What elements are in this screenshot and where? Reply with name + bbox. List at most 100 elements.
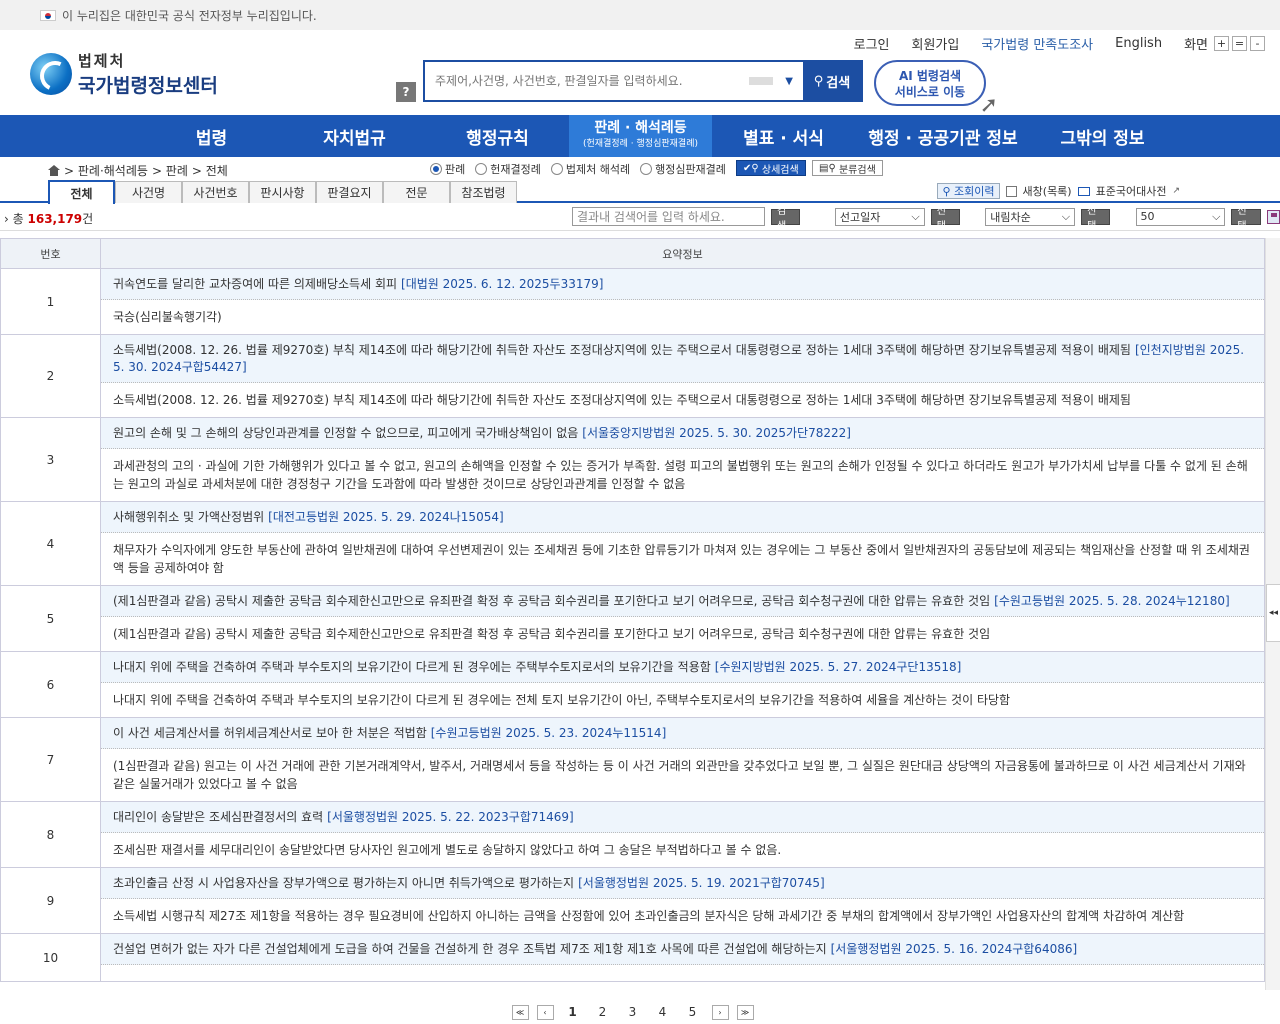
search-help-button[interactable]: ? [396,82,416,102]
detail-search-button[interactable]: ✔⚲ 상세검색 [736,160,806,176]
next-page-button[interactable]: › [711,1004,729,1020]
case-reference-link[interactable]: [서울행정법원 2025. 5. 22. 2023구합71469] [327,810,574,824]
nav-local-laws[interactable]: 자치법규 [283,115,426,157]
row-content: 대리인이 송달받은 조세심판결정서의 효력 [서울행정법원 2025. 5. 22… [100,801,1265,868]
zoom-in-button[interactable]: + [1214,36,1229,51]
nav-precedents[interactable]: 판례 · 해석례등 (헌재결정례 · 행정심판재결례) [569,115,712,157]
case-reference-link[interactable]: [서울행정법원 2025. 5. 19. 2021구합70745] [578,876,825,890]
tab-ref-laws[interactable]: 참조법령 [450,181,517,203]
case-reference-link[interactable]: [수원고등법원 2025. 5. 28. 2024누12180] [994,594,1230,608]
first-page-button[interactable]: ≪ [511,1004,529,1020]
case-title-text[interactable]: 건설업 면허가 없는 자가 다른 건설업체에게 도급을 하여 건물을 건설하게 … [113,942,827,956]
home-icon[interactable] [48,165,60,176]
table-row: 6 나대지 위에 주택을 건축하여 주택과 부수토지의 보유기간이 다르게 된 경… [0,651,1265,718]
logo[interactable]: 법제처 국가법령정보센터 [30,50,218,98]
history-button[interactable]: ⚲ 조회이력 [937,183,1000,199]
tabs-row: 전체 사건명 사건번호 판시사항 판결요지 전문 참조법령 ⚲ 조회이력 새창(… [0,180,1280,204]
tab-holdings[interactable]: 판시사항 [249,181,316,203]
case-title-text[interactable]: 귀속연도를 달리한 교차증여에 따른 의제배당소득세 회피 [113,277,397,291]
row-content: 초과인출금 산정 시 사업용자산을 장부가액으로 평가하는지 아니면 취득가액으… [100,867,1265,934]
nav-laws[interactable]: 법령 [140,115,283,157]
class-search-button[interactable]: ▤⚲ 분류검색 [812,160,883,176]
save-icon[interactable] [1266,209,1280,224]
results-table: 번호 요약정보 1 귀속연도를 달리한 교차증여에 따른 의제배당소득세 회피 [대… [0,238,1265,982]
table-row: 3 원고의 손해 및 그 손해의 상당인과관계를 인정할 수 없으므로, 피고에게… [0,417,1265,502]
ai-search-badge[interactable]: AI 법령검색 서비스로 이동 ➚ [874,60,998,117]
case-title-text[interactable]: 사해행위취소 및 가액산정범위 [113,510,264,524]
case-title-text[interactable]: 이 사건 세금계산서를 허위세금계산서로 보아 한 처분은 적법함 [113,726,427,740]
side-panel-toggle[interactable]: ◂◂ [1266,584,1280,642]
case-reference-link[interactable]: [서울행정법원 2025. 5. 16. 2024구합64086] [831,942,1078,956]
survey-link[interactable]: 국가법령 만족도조사 [981,34,1093,53]
tab-all[interactable]: 전체 [48,180,115,204]
english-link[interactable]: English [1115,36,1162,51]
breadcrumb-item[interactable]: > 판례 [152,162,188,179]
breadcrumb-item[interactable]: > 판례·해석례등 [64,162,148,179]
tab-case-number[interactable]: 사건번호 [182,181,249,203]
tabs-right: ⚲ 조회이력 새창(목록) 표준국어대사전 ↗ [937,183,1180,199]
radio-interpretation[interactable]: 법제처 해석례 [550,161,630,177]
search-field-tabs: 전체 사건명 사건번호 판시사항 판결요지 전문 참조법령 [48,180,517,204]
last-page-button[interactable]: ≫ [736,1004,754,1020]
case-title-text[interactable]: 원고의 손해 및 그 손해의 상당인과관계를 인정할 수 없으므로, 피고에게 … [113,426,578,440]
page-number-current[interactable]: 1 [562,1005,584,1019]
login-link[interactable]: 로그인 [854,34,890,53]
nav-admin-rules[interactable]: 행정규칙 [426,115,569,157]
logo-top-text: 법제처 [78,52,126,70]
main-search-button-label: 검색 [826,75,851,91]
page-number[interactable]: 3 [622,1005,644,1019]
case-title-text[interactable]: (제1심판결과 같음) 공탁시 제출한 공탁금 회수제한신고만으로 유죄판결 확… [113,594,990,608]
case-reference-link[interactable]: [대전고등법원 2025. 5. 29. 2024나15054] [268,510,504,524]
nav-forms[interactable]: 별표 · 서식 [712,115,855,157]
signup-link[interactable]: 회원가입 [912,34,960,53]
nav-other-info[interactable]: 그밖의 정보 [1031,115,1174,157]
logo-icon [30,53,72,95]
page-number[interactable]: 2 [592,1005,614,1019]
radio-precedent[interactable]: 판례 [430,161,465,177]
sort-field-apply-button[interactable]: 선택 [930,206,961,232]
case-title-text[interactable]: 초과인출금 산정 시 사업용자산을 장부가액으로 평가하는지 아니면 취득가액으… [113,876,574,890]
external-link-icon: ↗ [1172,186,1180,196]
sort-field-select[interactable]: 선고일자 ⌵ [834,207,925,226]
page-size-apply-button[interactable]: 선택 [1231,206,1261,232]
prev-page-button[interactable]: ‹ [536,1004,554,1020]
case-summary: 소득세법(2008. 12. 26. 법률 제9270호) 부칙 제14조에 따… [113,393,1131,407]
gov-banner: 이 누리집은 대한민국 공식 전자정부 누리집입니다. [0,0,1280,30]
case-title: 귀속연도를 달리한 교차증여에 따른 의제배당소득세 회피 [대법원 2025. … [101,269,1264,300]
tab-case-name[interactable]: 사건명 [115,181,182,203]
zoom-reset-button[interactable]: = [1232,36,1247,51]
nav-public-agency[interactable]: 행정 · 공공기관 정보 [855,115,1031,157]
page-size-select[interactable]: 50 ⌵ [1135,207,1226,226]
case-reference-link[interactable]: [수원지방법원 2025. 5. 27. 2024구단13518] [715,660,962,674]
main-nav: 법령 자치법규 행정규칙 판례 · 해석례등 (헌재결정례 · 행정심판재결례)… [0,115,1280,157]
case-reference-link[interactable]: [수원고등법원 2025. 5. 23. 2024누11514] [431,726,667,740]
row-content: 원고의 손해 및 그 손해의 상당인과관계를 인정할 수 없으므로, 피고에게 … [100,417,1265,502]
sort-order-select[interactable]: 내림차순 ⌵ [985,207,1076,226]
new-window-checkbox[interactable] [1005,185,1017,197]
radio-admin-appeal[interactable]: 행정심판재결례 [640,161,726,177]
case-reference-link[interactable]: [대법원 2025. 6. 12. 2025두33179] [401,277,603,291]
case-summary [101,965,1264,981]
tab-summary[interactable]: 판결요지 [316,181,383,203]
case-reference-link[interactable]: [서울중앙지방법원 2025. 5. 30. 2025가단78222] [582,426,851,440]
refine-search-input[interactable]: 결과내 검색어를 입력 하세요. [572,207,766,226]
main-search-input[interactable] [425,62,750,100]
page-number[interactable]: 4 [652,1005,674,1019]
row-number: 5 [0,585,101,652]
case-title-text[interactable]: 대리인이 송달받은 조세심판결정서의 효력 [113,810,323,824]
result-count: 163,179 [27,212,83,226]
zoom-out-button[interactable]: - [1250,36,1265,51]
row-number: 2 [0,334,101,418]
main-search-button[interactable]: ⚲ 검색 [803,62,861,100]
page-number[interactable]: 5 [682,1005,704,1019]
refine-search-button[interactable]: 검색 [771,206,801,232]
sort-order-apply-button[interactable]: 선택 [1081,206,1111,232]
case-title-text[interactable]: 소득세법(2008. 12. 26. 법률 제9270호) 부칙 제14조에 따… [113,343,1131,357]
case-title-text[interactable]: 나대지 위에 주택을 건축하여 주택과 부수토지의 보유기간이 다르게 된 경우… [113,660,711,674]
row-number: 9 [0,867,101,934]
radio-constitutional[interactable]: 헌재결정례 [475,161,541,177]
chevron-down-icon[interactable]: ▼ [785,76,793,87]
dictionary-link[interactable]: 표준국어대사전 [1096,183,1167,199]
tab-fulltext[interactable]: 전문 [383,181,450,203]
pagination: ≪ ‹ 1 2 3 4 5 › ≫ [0,1000,1265,1024]
